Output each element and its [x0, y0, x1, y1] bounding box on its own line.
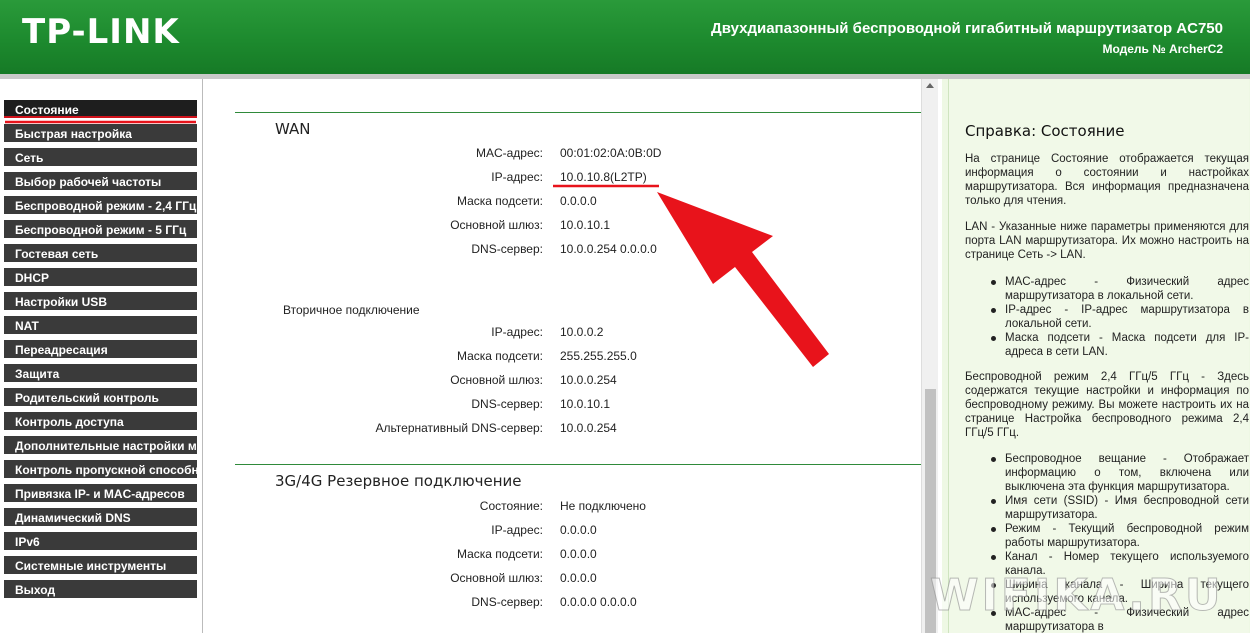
wan-dns-label: DNS-сервер: — [471, 242, 543, 256]
backup-ip-value: 0.0.0.0 — [560, 523, 597, 537]
backup-dns-value: 0.0.0.0 0.0.0.0 — [560, 595, 637, 609]
wan-mask-label: Маска подсети: — [456, 194, 543, 208]
menu-item-band-select[interactable]: Выбор рабочей частоты — [4, 172, 197, 193]
help-lan-item: Маска подсети - Маска подсети для IP-адр… — [1005, 332, 1249, 358]
menu-item-ddns[interactable]: Динамический DNS — [4, 508, 197, 529]
secondary-alt-dns-label: Альтернативный DNS-сервер: — [375, 421, 543, 435]
section-divider — [235, 112, 921, 113]
menu-item-wireless-24[interactable]: Беспроводной режим - 2,4 ГГц — [4, 196, 197, 217]
menu-item-advanced-routing[interactable]: Дополнительные настройки м — [4, 436, 197, 457]
help-wireless-item: Имя сети (SSID) - Имя беспроводной сети … — [1005, 495, 1249, 521]
menu-item-wireless-5[interactable]: Беспроводной режим - 5 ГГц — [4, 220, 197, 241]
bullet-icon — [991, 499, 996, 504]
product-title: Двухдиапазонный беспроводной гигабитный … — [711, 20, 1223, 37]
secondary-gateway-label: Основной шлюз: — [450, 373, 543, 387]
help-lan-item: IP-адрес - IP-адрес маршрутизатора в лок… — [1005, 304, 1249, 330]
backup-mask-label: Маска подсети: — [456, 547, 543, 561]
backup-mask-value: 0.0.0.0 — [560, 547, 597, 561]
menu-item-network[interactable]: Сеть — [4, 148, 197, 169]
sidebar-menu: Состояние Быстрая настройка Сеть Выбор р… — [0, 79, 203, 633]
secondary-ip-value: 10.0.0.2 — [560, 325, 604, 339]
bullet-icon — [991, 457, 996, 462]
help-wireless-paragraph: Беспроводной режим 2,4 ГГц/5 ГГц - Здесь… — [965, 371, 1249, 439]
secondary-connection-title: Вторичное подключение — [283, 303, 420, 317]
bullet-icon — [991, 555, 996, 560]
wan-gateway-label: Основной шлюз: — [450, 218, 543, 232]
header-bar: TP-LINK Двухдиапазонный беспроводной гиг… — [0, 0, 1250, 74]
section-divider — [235, 464, 921, 465]
menu-item-ipv6[interactable]: IPv6 — [4, 532, 197, 553]
help-wireless-item: Режим - Текущий беспроводной режим работ… — [1005, 523, 1249, 549]
secondary-alt-dns-value: 10.0.0.254 — [560, 421, 617, 435]
backup-gateway-label: Основной шлюз: — [450, 571, 543, 585]
menu-item-security[interactable]: Защита — [4, 364, 197, 385]
secondary-ip-label: IP-адрес: — [491, 325, 543, 339]
help-title: Справка: Состояние — [965, 122, 1125, 140]
tp-link-logo: TP-LINK — [22, 12, 180, 52]
wan-dns-value: 10.0.0.254 0.0.0.0 — [560, 242, 657, 256]
secondary-dns-value: 10.0.10.1 — [560, 397, 611, 411]
help-lan-paragraph: LAN - Указанные ниже параметры применяют… — [965, 221, 1249, 261]
bullet-icon — [991, 527, 996, 532]
wan-section-title: WAN — [275, 120, 311, 138]
secondary-dns-label: DNS-сервер: — [471, 397, 543, 411]
wan-ip-value: 10.0.10.8(L2TP) — [560, 170, 647, 184]
menu-item-logout[interactable]: Выход — [4, 580, 197, 601]
secondary-mask-value: 255.255.255.0 — [560, 349, 637, 363]
scroll-up-arrow-icon[interactable] — [926, 83, 934, 88]
wan-gateway-value: 10.0.10.1 — [560, 218, 611, 232]
bullet-icon — [991, 308, 996, 313]
menu-item-guest-network[interactable]: Гостевая сеть — [4, 244, 197, 265]
wan-mac-value: 00:01:02:0A:0B:0D — [560, 146, 662, 160]
backup-status-value: Не подключено — [560, 499, 646, 513]
content-scrollbar[interactable] — [921, 79, 939, 633]
menu-item-parental-control[interactable]: Родительский контроль — [4, 388, 197, 409]
menu-item-nat[interactable]: NAT — [4, 316, 197, 337]
wan-mac-label: MAC-адрес: — [475, 146, 543, 160]
backup-gateway-value: 0.0.0.0 — [560, 571, 597, 585]
status-content: WAN MAC-адрес: 00:01:02:0A:0B:0D IP-адре… — [203, 79, 921, 633]
help-intro: На странице Состояние отображается текущ… — [965, 153, 1249, 207]
secondary-mask-label: Маска подсети: — [456, 349, 543, 363]
menu-item-system-tools[interactable]: Системные инструменты — [4, 556, 197, 577]
help-content: Справка: Состояние На странице Состояние… — [948, 79, 1249, 633]
menu-item-quick-setup[interactable]: Быстрая настройка — [4, 124, 197, 145]
help-wireless-item: Беспроводное вещание - Отображает информ… — [1005, 453, 1249, 493]
backup-dns-label: DNS-сервер: — [471, 595, 543, 609]
wan-ip-label: IP-адрес: — [491, 170, 543, 184]
menu-item-usb[interactable]: Настройки USB — [4, 292, 197, 313]
help-panel: Справка: Состояние На странице Состояние… — [938, 79, 1250, 633]
backup-ip-label: IP-адрес: — [491, 523, 543, 537]
watermark-logo: WIFIKA.RU — [930, 570, 1224, 622]
secondary-gateway-value: 10.0.0.254 — [560, 373, 617, 387]
menu-item-ip-mac-binding[interactable]: Привязка IP- и MAC-адресов — [4, 484, 197, 505]
bullet-icon — [991, 280, 996, 285]
model-number: Модель № ArcherC2 — [1102, 42, 1223, 56]
menu-item-access-control[interactable]: Контроль доступа — [4, 412, 197, 433]
menu-item-status[interactable]: Состояние — [4, 100, 197, 121]
menu-item-dhcp[interactable]: DHCP — [4, 268, 197, 289]
backup-status-label: Состояние: — [479, 499, 543, 513]
menu-item-bandwidth-control[interactable]: Контроль пропускной способн — [4, 460, 197, 481]
backup-section-title: 3G/4G Резервное подключение — [275, 472, 522, 490]
wan-mask-value: 0.0.0.0 — [560, 194, 597, 208]
help-lan-item: MAC-адрес - Физический адрес маршрутизат… — [1005, 276, 1249, 302]
bullet-icon — [991, 336, 996, 341]
menu-item-forwarding[interactable]: Переадресация — [4, 340, 197, 361]
